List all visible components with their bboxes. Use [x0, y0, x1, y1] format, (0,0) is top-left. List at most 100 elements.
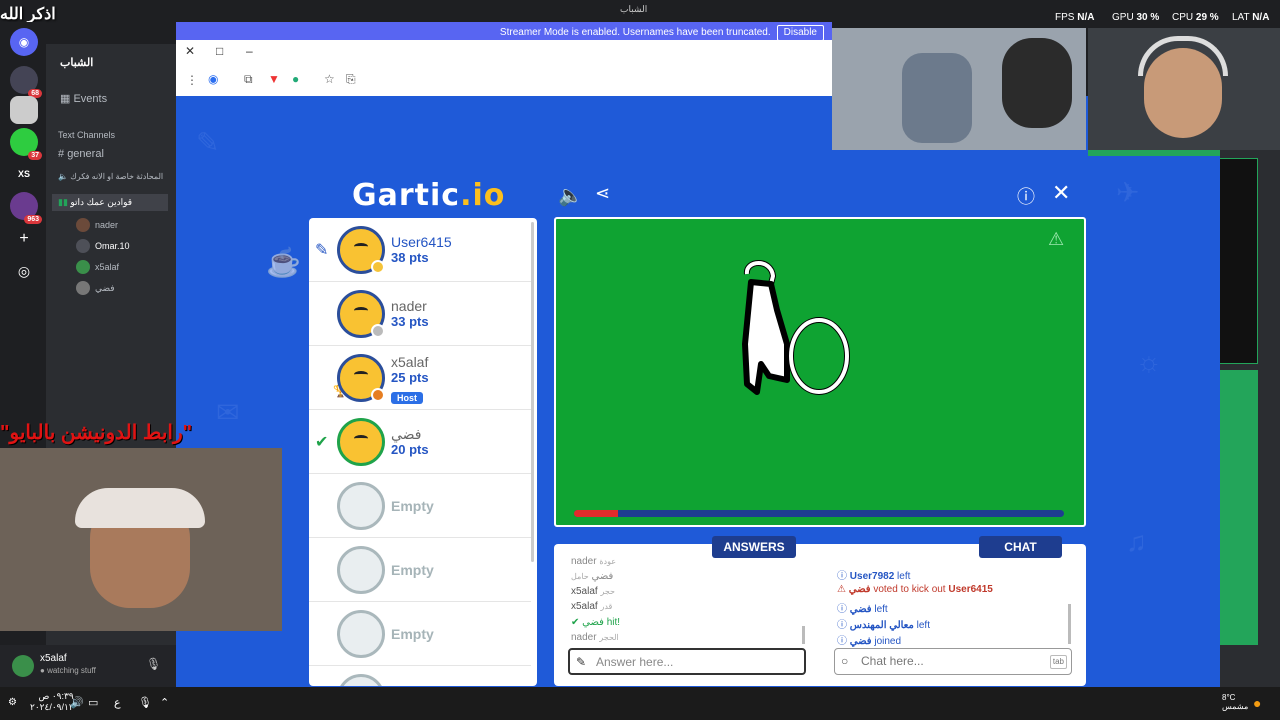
server-name[interactable]: الشباب: [60, 56, 93, 69]
weather-widget[interactable]: 8°C مشمس: [1222, 693, 1248, 711]
weather-temp: 8°C: [1222, 693, 1236, 702]
chat-scrollbar[interactable]: [1068, 604, 1071, 644]
discord-home-icon[interactable]: ◉: [10, 28, 38, 56]
info-icon[interactable]: ⓘ: [1017, 183, 1035, 209]
info-icon: ⓘ: [837, 604, 850, 615]
player-points: 25 pts: [391, 370, 429, 385]
cpu-label: CPU: [1172, 12, 1194, 23]
pencil-icon: ✎: [576, 655, 587, 669]
answers-scrollbar[interactable]: [802, 626, 805, 644]
avatar: [76, 239, 90, 253]
disable-button[interactable]: Disable: [776, 25, 824, 41]
player-row[interactable]: ✎ User6415 38 pts: [309, 218, 531, 282]
voice-channel[interactable]: ▮▮ قوادين عمك داتو: [52, 194, 168, 211]
chat-placeholder: Chat here...: [861, 654, 924, 668]
channel-general[interactable]: # general: [58, 148, 104, 160]
gpu-label: GPU: [1112, 12, 1134, 23]
add-server-icon[interactable]: +: [10, 226, 38, 254]
player-avatar: [337, 418, 385, 466]
sun-icon: ●: [1253, 695, 1262, 711]
explore-icon[interactable]: ◎: [10, 258, 38, 286]
chevron-up-icon[interactable]: ⌃: [160, 696, 169, 709]
chat-tab[interactable]: CHAT: [979, 536, 1062, 558]
answer-line: nader عودة: [571, 556, 616, 567]
server-icon[interactable]: 68: [10, 66, 42, 98]
chat-text: left: [897, 571, 911, 582]
gartic-logo[interactable]: Gartic.io: [352, 178, 505, 213]
star-icon[interactable]: ☆: [324, 72, 335, 86]
clock-date: ٢٠٢٤/٠٩/١٣: [30, 702, 74, 712]
extensions-icon[interactable]: ⧉: [244, 72, 253, 87]
headscarf-shape: [75, 488, 205, 528]
chat-line: ⓘ User7982 left: [837, 567, 910, 582]
server-icon[interactable]: [10, 96, 38, 124]
hash-icon: #: [58, 148, 68, 160]
mic-icon[interactable]: 🎙: [146, 657, 161, 671]
player-row[interactable]: nader 33 pts: [309, 282, 531, 346]
report-warning-icon[interactable]: ⚠: [1048, 229, 1064, 250]
answer-user: x5alaf: [571, 586, 598, 597]
close-icon[interactable]: ✕: [185, 44, 195, 58]
player-row[interactable]: ✔ فضي 20 pts: [309, 410, 531, 474]
avatar: [76, 260, 90, 274]
voice-icon: ▮▮: [58, 197, 71, 207]
events-item[interactable]: ▦ Events: [60, 92, 107, 105]
notice-text: Streamer Mode is enabled. Usernames have…: [499, 27, 771, 38]
chat-text: left: [916, 620, 930, 631]
menu-icon[interactable]: ⋮: [186, 73, 198, 87]
share-icon[interactable]: ⋖: [595, 183, 610, 204]
player-points: 33 pts: [391, 314, 429, 329]
empty-slot: Empty: [309, 474, 531, 538]
players-scrollbar[interactable]: [531, 222, 534, 562]
voice-user[interactable]: x5alaf: [76, 260, 119, 274]
voice-user[interactable]: nader: [76, 218, 118, 232]
avatar: [76, 281, 90, 295]
sound-icon[interactable]: 🔈: [558, 183, 583, 208]
network-icon[interactable]: ▭: [88, 696, 98, 709]
info-icon: ⓘ: [837, 636, 850, 647]
language-indicator[interactable]: ع: [114, 696, 121, 709]
user-name[interactable]: x5alaf: [40, 653, 67, 664]
player-row[interactable]: 🏆 x5alaf 25 pts Host: [309, 346, 531, 410]
pattern-icon: ✉: [216, 397, 240, 428]
user-status-text: watching stuff: [47, 666, 96, 675]
answer-user: nader: [571, 556, 597, 567]
shield-icon[interactable]: ▼: [268, 72, 280, 86]
extension-icon[interactable]: ●: [292, 72, 299, 86]
channel-item[interactable]: 🔈 المحادثة خاصة او الانه فكرك: [58, 172, 163, 181]
webcam-feed-2: [1088, 28, 1280, 150]
answer-line: nader الحجر: [571, 632, 619, 643]
empty-avatar-icon: [337, 610, 385, 658]
voice-user[interactable]: Omar.10: [76, 239, 130, 253]
player-name: User6415: [391, 234, 452, 250]
minimize-icon[interactable]: –: [246, 44, 253, 58]
chat-target: User6415: [948, 584, 993, 595]
close-game-icon[interactable]: ✕: [1052, 180, 1070, 206]
maximize-icon[interactable]: □: [216, 44, 223, 58]
fps-value: N/A: [1077, 12, 1095, 23]
answers-tab[interactable]: ANSWERS: [712, 536, 796, 558]
chat-input[interactable]: ○ Chat here... tab: [834, 648, 1072, 675]
drawing-canvas[interactable]: ⚠: [554, 217, 1086, 527]
text-channels-header[interactable]: Text Channels: [58, 130, 115, 140]
server-icon[interactable]: 37: [10, 128, 42, 160]
taskbar-clock[interactable]: ٠٩:٣٩ ص ٢٠٢٤/٠٩/١٣: [30, 691, 74, 713]
voice-channel-label: قوادين عمك داتو: [70, 197, 133, 207]
server-icon[interactable]: 963: [10, 192, 42, 224]
voice-tile-active: [1220, 370, 1258, 645]
volume-icon[interactable]: 🔊: [70, 696, 84, 709]
notification-icon[interactable]: ⚙: [8, 697, 17, 708]
player-points: 20 pts: [391, 442, 429, 457]
profile-icon[interactable]: ◉: [208, 72, 218, 86]
avatar[interactable]: [12, 655, 34, 677]
warning-icon: ⚠: [837, 584, 849, 595]
answer-input[interactable]: ✎ Answer here...: [568, 648, 806, 675]
empty-label: Empty: [391, 626, 434, 642]
mic-tray-icon[interactable]: 🎙: [138, 696, 152, 709]
player-name: فضي: [391, 426, 422, 442]
voice-user[interactable]: فضي: [76, 281, 115, 295]
fps-stat: FPS N/A: [1055, 12, 1094, 23]
share-page-icon[interactable]: ⎘: [346, 72, 356, 87]
pattern-icon: ✎: [196, 127, 220, 158]
server-xs[interactable]: XS: [10, 160, 38, 188]
